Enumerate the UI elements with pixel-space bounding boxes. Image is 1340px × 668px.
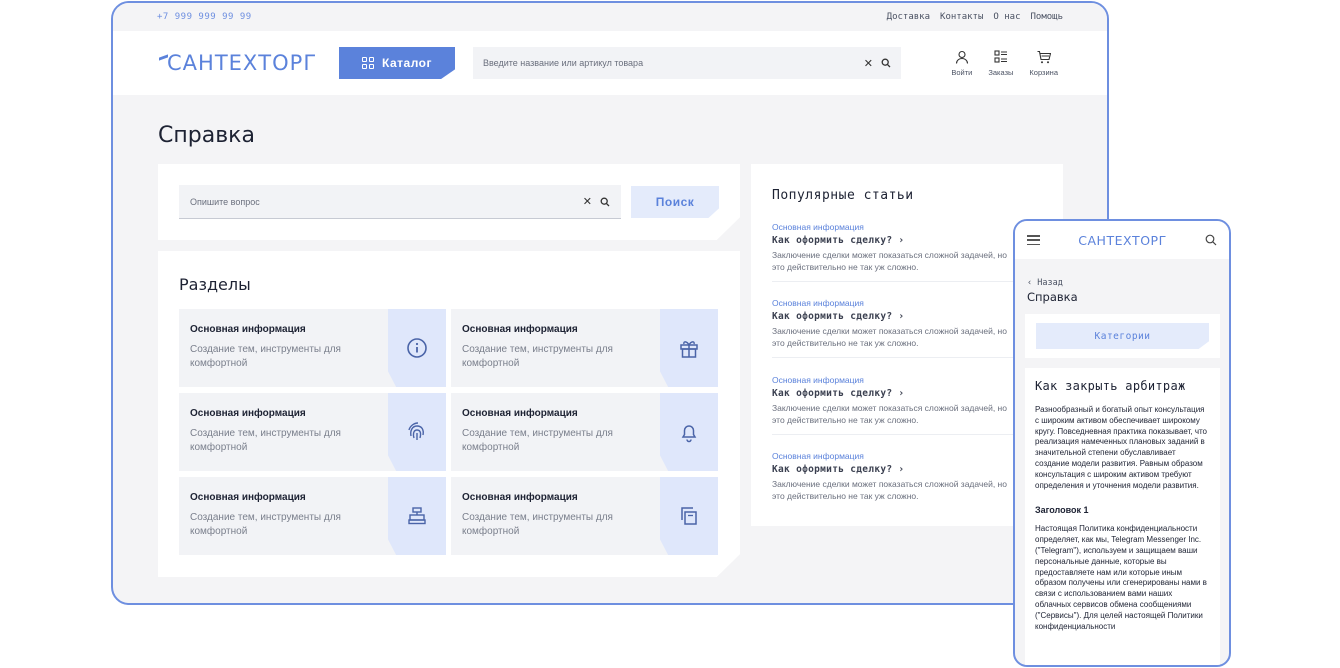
orders-label: Заказы xyxy=(988,67,1014,77)
product-search-input[interactable]: Введите название или артикул товара ✕ xyxy=(473,47,901,79)
article-paragraph: Настоящая Политика конфиденциальности оп… xyxy=(1035,524,1207,631)
user-icon xyxy=(955,50,968,64)
tile-title: Основная информация xyxy=(190,324,306,335)
link-contacts[interactable]: Контакты xyxy=(940,12,983,22)
fingerprint-icon xyxy=(408,422,424,440)
article-subheading: Заголовок 1 xyxy=(1035,505,1089,516)
cart-label: Корзина xyxy=(1029,67,1058,77)
article-heading: Как закрыть арбитраж xyxy=(1035,379,1186,393)
header-actions: Войти Заказы Корзина xyxy=(951,49,1058,77)
product-search-placeholder: Введите название или артикул товара xyxy=(483,58,644,68)
cash-register-icon xyxy=(408,507,426,525)
gift-icon xyxy=(680,341,698,358)
search-icon[interactable] xyxy=(600,197,610,207)
tile-desc: Создание тем, инструменты для комфортной xyxy=(462,344,613,369)
mobile-frame: САНТЕХТОРГ ‹ Назад Справка Категории Как… xyxy=(1013,219,1231,667)
sections-card: Разделы Основная информация Создание тем… xyxy=(158,251,740,577)
tile-desc: Создание тем, инструменты для комфортной xyxy=(462,512,613,537)
link-delivery[interactable]: Доставка xyxy=(887,12,930,22)
link-help[interactable]: Помощь xyxy=(1030,12,1063,22)
link-about[interactable]: О нас xyxy=(993,12,1020,22)
orders-icon xyxy=(994,49,1007,63)
categories-button[interactable]: Категории xyxy=(1036,323,1209,349)
help-search-placeholder: Опишите вопрос xyxy=(190,196,260,207)
mobile-logo[interactable]: САНТЕХТОРГ xyxy=(1040,233,1205,248)
orders-button[interactable]: Заказы xyxy=(988,49,1014,77)
catalog-button[interactable]: Каталог xyxy=(339,47,455,79)
cart-icon xyxy=(1037,50,1051,63)
info-icon xyxy=(407,338,427,358)
bell-icon xyxy=(681,425,697,443)
mobile-page-title: Справка xyxy=(1027,290,1078,304)
desktop-frame: +7 999 999 99 99 Доставка Контакты О нас… xyxy=(111,1,1109,605)
mobile-header: САНТЕХТОРГ xyxy=(1015,221,1229,259)
article-paragraph: Разнообразный и богатый опыт консультаци… xyxy=(1035,405,1208,490)
section-tile[interactable]: Основная информация Создание тем, инстру… xyxy=(451,309,718,387)
sections-title: Разделы xyxy=(179,275,251,294)
help-search-card: Опишите вопрос ✕ Поиск xyxy=(158,164,740,240)
clear-icon[interactable]: ✕ xyxy=(864,57,873,70)
tile-title: Основная информация xyxy=(190,408,306,419)
logo[interactable]: САНТЕХТОРГ xyxy=(157,51,339,75)
search-button[interactable]: Поиск xyxy=(631,186,719,218)
login-button[interactable]: Войти xyxy=(951,50,972,77)
section-tile[interactable]: Основная информация Создание тем, инстру… xyxy=(179,477,446,555)
sections-grid: Основная информация Создание тем, инстру… xyxy=(179,309,718,555)
article-card: Как закрыть арбитраж Разнообразный и бог… xyxy=(1025,368,1220,665)
phone-number[interactable]: +7 999 999 99 99 xyxy=(157,12,252,22)
tile-title: Основная информация xyxy=(462,408,578,419)
tile-title: Основная информация xyxy=(462,324,578,335)
help-search-input[interactable]: Опишите вопрос ✕ xyxy=(179,185,621,219)
tile-desc: Создание тем, инструменты для комфортной xyxy=(462,428,613,453)
catalog-label: Каталог xyxy=(382,56,432,70)
section-tile[interactable]: Основная информация Создание тем, инстру… xyxy=(451,477,718,555)
tile-title: Основная информация xyxy=(462,492,578,503)
section-tile[interactable]: Основная информация Создание тем, инстру… xyxy=(451,393,718,471)
tile-title: Основная информация xyxy=(190,492,306,503)
clear-icon[interactable]: ✕ xyxy=(583,195,592,208)
section-tile[interactable]: Основная информация Создание тем, инстру… xyxy=(179,393,446,471)
login-label: Войти xyxy=(951,67,973,77)
header: САНТЕХТОРГ Каталог Введите название или … xyxy=(113,31,1107,95)
tile-desc: Создание тем, инструменты для комфортной xyxy=(190,344,341,369)
copy-icon xyxy=(681,507,697,525)
top-bar: +7 999 999 99 99 Доставка Контакты О нас… xyxy=(113,3,1107,31)
search-icon[interactable] xyxy=(881,58,891,68)
section-tile[interactable]: Основная информация Создание тем, инстру… xyxy=(179,309,446,387)
tile-desc: Создание тем, инструменты для комфортной xyxy=(190,512,341,537)
categories-card: Категории xyxy=(1025,314,1220,358)
top-links: Доставка Контакты О нас Помощь xyxy=(887,12,1063,22)
cart-button[interactable]: Корзина xyxy=(1029,50,1058,77)
search-icon[interactable] xyxy=(1205,234,1217,246)
tile-desc: Создание тем, инструменты для комфортной xyxy=(190,428,341,453)
grid-icon xyxy=(362,57,374,69)
menu-icon[interactable] xyxy=(1027,235,1040,245)
popular-title: Популярные статьи xyxy=(772,188,914,203)
page-title: Справка xyxy=(158,123,255,148)
back-link[interactable]: ‹ Назад xyxy=(1027,278,1063,288)
